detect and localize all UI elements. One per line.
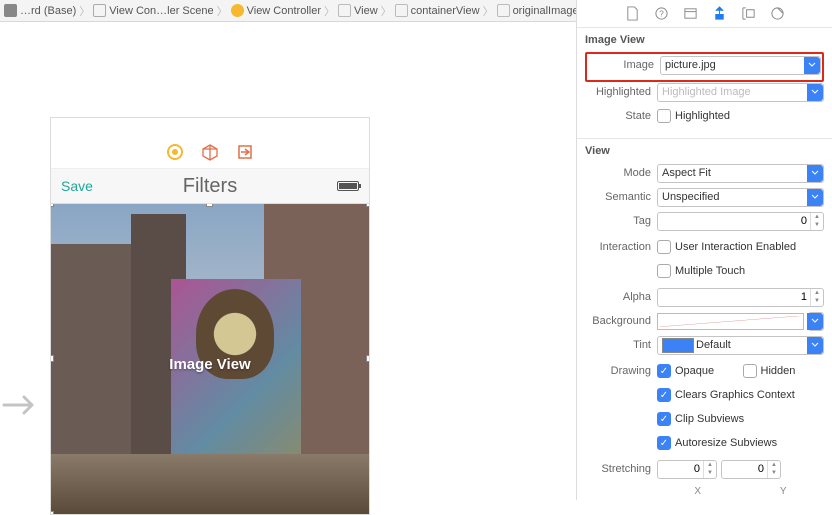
stretch-y-stepper[interactable]: ▲▼ [721,460,781,479]
tag-stepper[interactable]: ▲▼ [657,212,824,231]
stretch-x-stepper[interactable]: ▲▼ [657,460,717,479]
cube-icon [202,144,219,161]
segue-arrow-icon [2,392,42,418]
help-inspector-icon[interactable]: ? [654,6,669,21]
save-button[interactable]: Save [61,178,93,194]
viewcontroller-icon [231,4,244,17]
resize-handle[interactable] [51,204,54,207]
identity-inspector-icon[interactable] [683,6,698,21]
highlighted-label: Highlighted [585,86,657,98]
state-highlighted-checkbox[interactable] [657,109,671,123]
image-label: Image [588,59,660,71]
resize-handle[interactable] [206,204,213,207]
state-label: State [585,110,657,122]
uie-checkbox[interactable] [657,240,671,254]
tint-combo[interactable]: Default [657,336,824,355]
mode-combo[interactable]: Aspect Fit [657,164,824,183]
status-bar [51,118,369,136]
breadcrumb[interactable]: …rd (Base)〉 View Con…ler Scene〉 View Con… [0,0,576,22]
tint-swatch [662,338,694,353]
resize-handle[interactable] [51,355,54,362]
highlighted-combo[interactable]: Highlighted Image [657,83,824,102]
file-inspector-icon[interactable] [625,6,640,21]
resize-handle[interactable] [51,511,54,514]
highlight-box: Image picture.jpg [585,52,824,82]
document-icon [4,4,17,17]
resize-handle[interactable] [366,204,369,207]
nav-title: Filters [183,175,237,198]
clip-checkbox[interactable] [657,412,671,426]
size-inspector-icon[interactable] [741,6,756,21]
imageview-label: Image View [51,356,369,373]
circle-icon [167,144,184,161]
scene-toolbar [51,136,369,168]
view-icon [338,4,351,17]
image-view[interactable]: Image View [51,204,369,514]
semantic-combo[interactable]: Unspecified [657,188,824,207]
section-header: View [585,145,824,157]
battery-icon [337,181,359,191]
multitouch-checkbox[interactable] [657,264,671,278]
inspector-panel: ? Image View Image picture.jpg Highlight… [576,0,832,500]
section-header: Image View [585,34,824,46]
canvas[interactable]: Save Filters Image View [0,22,576,500]
exit-icon [237,144,254,161]
view-icon [497,4,510,17]
nav-bar: Save Filters [51,168,369,204]
section-view: View Mode Aspect Fit Semantic Unspecifie… [577,138,832,500]
autoresize-checkbox[interactable] [657,436,671,450]
opaque-checkbox[interactable] [657,364,671,378]
svg-text:?: ? [659,8,664,18]
device-frame[interactable]: Save Filters Image View [50,117,370,515]
alpha-stepper[interactable]: ▲▼ [657,288,824,307]
connections-inspector-icon[interactable] [770,6,785,21]
hidden-checkbox[interactable] [743,364,757,378]
scene-icon [93,4,106,17]
background-colorwell[interactable] [657,313,804,330]
resize-handle[interactable] [366,355,369,362]
image-combo[interactable]: picture.jpg [660,56,821,75]
view-icon [395,4,408,17]
section-image-view: Image View Image picture.jpg Highlighted… [577,28,832,138]
attributes-inspector-icon[interactable] [712,6,727,21]
inspector-tabs[interactable]: ? [577,0,832,28]
cgc-checkbox[interactable] [657,388,671,402]
background-menu[interactable] [808,312,824,331]
